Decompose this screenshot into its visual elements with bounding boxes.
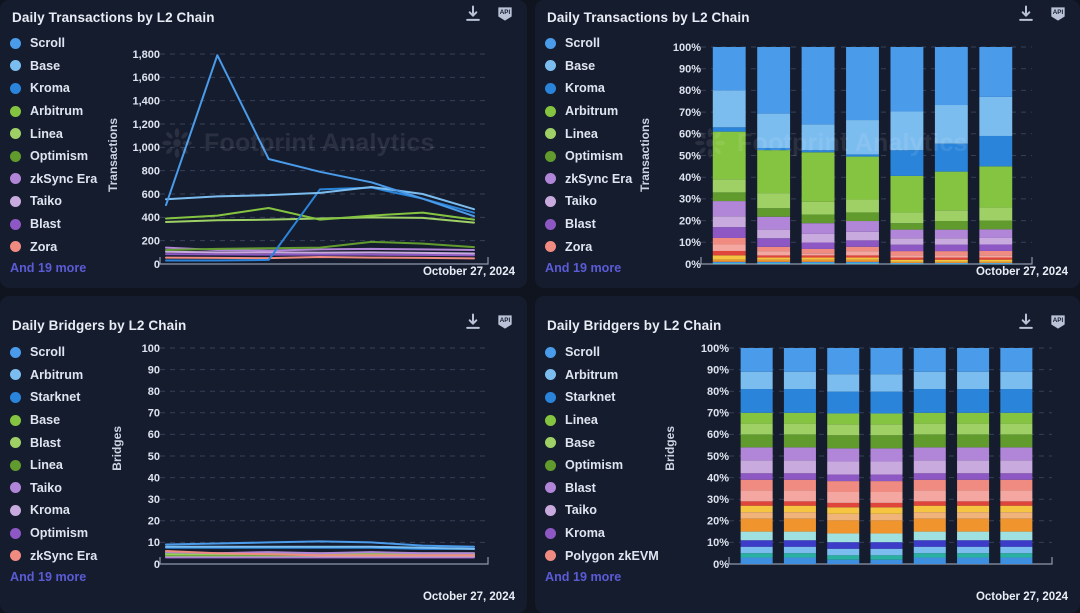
svg-text:1,400: 1,400 — [132, 95, 160, 107]
svg-text:10: 10 — [148, 537, 160, 549]
svg-text:800: 800 — [142, 165, 160, 177]
svg-text:30%: 30% — [679, 194, 701, 206]
svg-text:60: 60 — [148, 429, 160, 441]
svg-text:50%: 50% — [679, 150, 701, 162]
svg-text:70: 70 — [148, 408, 160, 420]
svg-text:20%: 20% — [679, 215, 701, 227]
svg-text:70%: 70% — [707, 408, 729, 420]
svg-text:20%: 20% — [707, 516, 729, 528]
panel-daily-transactions-line: Daily Transactions by L2 Chain API Scrol… — [0, 0, 527, 288]
svg-text:60%: 60% — [707, 429, 729, 441]
svg-text:0: 0 — [154, 559, 160, 571]
line-plot-transactions[interactable]: 0 200 400 600 800 1,000 1,200 1,400 1,600 1,800 — [0, 0, 527, 288]
x-axis-end-date: October 27, 2024 — [975, 266, 1068, 278]
svg-text:100%: 100% — [673, 42, 701, 54]
x-axis-end-date: October 27, 2024 — [422, 591, 515, 603]
svg-text:20: 20 — [148, 516, 160, 528]
svg-text:1,600: 1,600 — [132, 72, 160, 84]
svg-text:0: 0 — [154, 259, 160, 271]
bar-plot-bridgers[interactable]: 0% 10% 20% 30% 40% 50% 60% 70% 80% 90% 100% — [535, 296, 1080, 613]
svg-text:100: 100 — [142, 343, 160, 355]
x-axis-end-date: October 27, 2024 — [975, 591, 1068, 603]
svg-text:90: 90 — [148, 364, 160, 376]
panel-daily-bridgers-line: Daily Bridgers by L2 Chain API Scroll Ar… — [0, 296, 527, 613]
svg-text:600: 600 — [142, 189, 160, 201]
line-plot-bridgers[interactable]: 0 10 20 30 40 50 60 70 80 90 100 — [0, 296, 527, 613]
svg-text:80%: 80% — [707, 386, 729, 398]
svg-text:60%: 60% — [679, 129, 701, 141]
svg-text:0%: 0% — [713, 559, 729, 571]
svg-text:0%: 0% — [685, 259, 701, 271]
svg-text:90%: 90% — [679, 64, 701, 76]
svg-text:40%: 40% — [679, 172, 701, 184]
svg-text:30: 30 — [148, 494, 160, 506]
svg-text:90%: 90% — [707, 364, 729, 376]
panel-daily-transactions-bar: Daily Transactions by L2 Chain API Scrol… — [535, 0, 1080, 288]
panel-daily-bridgers-bar: Daily Bridgers by L2 Chain API Scroll Ar… — [535, 296, 1080, 613]
svg-text:70%: 70% — [679, 107, 701, 119]
svg-text:80: 80 — [148, 386, 160, 398]
svg-text:200: 200 — [142, 235, 160, 247]
bar-plot-transactions[interactable]: 0% 10% 20% 30% 40% 50% 60% 70% 80% 90% 100% — [535, 0, 1080, 288]
dashboard-grid: Daily Transactions by L2 Chain API Scrol… — [0, 0, 1080, 613]
svg-text:400: 400 — [142, 212, 160, 224]
x-axis-end-date: October 27, 2024 — [422, 266, 515, 278]
svg-text:1,200: 1,200 — [132, 119, 160, 131]
svg-text:40: 40 — [148, 472, 160, 484]
svg-text:10%: 10% — [707, 537, 729, 549]
svg-text:1,000: 1,000 — [132, 142, 160, 154]
svg-text:40%: 40% — [707, 472, 729, 484]
svg-text:50%: 50% — [707, 451, 729, 463]
svg-text:50: 50 — [148, 451, 160, 463]
svg-text:80%: 80% — [679, 85, 701, 97]
svg-text:30%: 30% — [707, 494, 729, 506]
svg-text:1,800: 1,800 — [132, 49, 160, 61]
svg-text:100%: 100% — [701, 343, 729, 355]
svg-text:10%: 10% — [679, 237, 701, 249]
